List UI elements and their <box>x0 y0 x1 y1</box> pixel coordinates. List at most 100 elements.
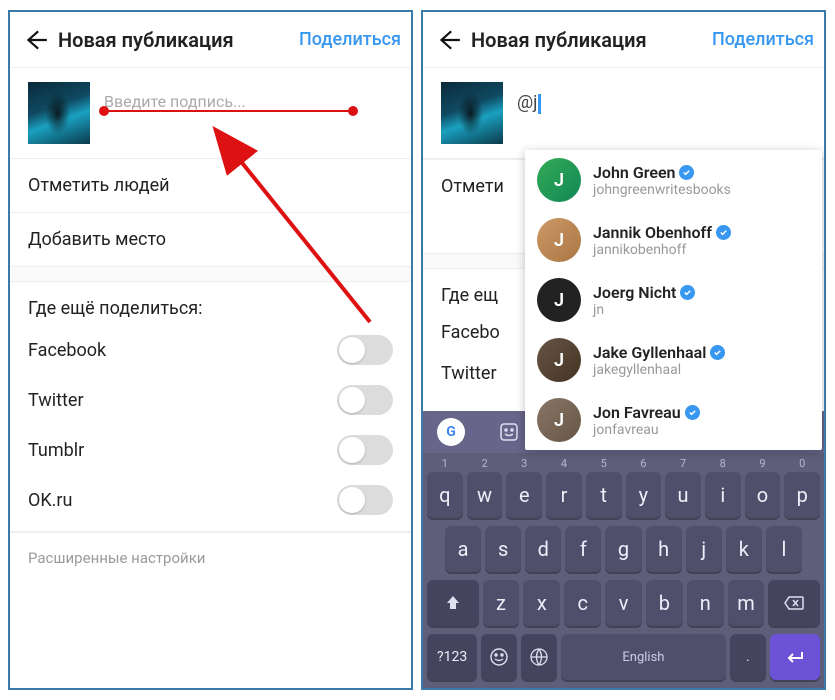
avatar: J <box>537 278 581 322</box>
keyboard: G GIF ⋯ 1234567890 q w e r t y u i o p a… <box>423 411 824 688</box>
key-enter[interactable] <box>770 634 820 680</box>
avatar: J <box>537 218 581 262</box>
key-f[interactable]: f <box>565 526 601 572</box>
avatar: J <box>537 338 581 382</box>
share-network-label: Facebook <box>28 340 106 361</box>
suggestion-handle: jn <box>593 302 810 318</box>
compose-area: @j <box>423 68 824 158</box>
also-share-header: Где ещё поделиться: <box>10 282 411 325</box>
suggestion-name: Joerg Nicht <box>593 283 676 302</box>
keyboard-number-hints: 1234567890 <box>423 453 824 470</box>
post-thumbnail[interactable] <box>28 82 90 144</box>
suggestion-handle: johngreenwritesbooks <box>593 182 810 198</box>
phone-left: Новая публикация Поделиться Введите подп… <box>8 10 413 690</box>
toggle-tumblr[interactable] <box>337 435 393 465</box>
key-space[interactable]: English <box>561 634 726 680</box>
key-l[interactable]: l <box>766 526 802 572</box>
share-network-label: Tumblr <box>28 440 84 461</box>
suggestion-name: Jannik Obenhoff <box>593 223 712 242</box>
key-c[interactable]: c <box>564 580 601 626</box>
advanced-settings-row[interactable]: Расширенные настройки <box>10 531 411 583</box>
toggle-twitter[interactable] <box>337 385 393 415</box>
share-button[interactable]: Поделиться <box>712 29 814 50</box>
share-okru-row: OK.ru <box>10 475 411 525</box>
key-x[interactable]: x <box>523 580 560 626</box>
key-t[interactable]: t <box>586 472 622 518</box>
caption-text: @j <box>517 92 537 113</box>
verified-icon <box>716 225 731 240</box>
key-v[interactable]: v <box>605 580 642 626</box>
add-location-row[interactable]: Добавить место <box>10 212 411 266</box>
key-r[interactable]: r <box>546 472 582 518</box>
key-symbols[interactable]: ?123 <box>427 634 477 680</box>
text-cursor <box>538 94 541 114</box>
key-emoji[interactable] <box>481 634 517 680</box>
tag-people-row[interactable]: Отметить людей <box>10 158 411 212</box>
toggle-okru[interactable] <box>337 485 393 515</box>
suggestion-name: Jake Gyllenhaal <box>593 343 706 362</box>
share-network-label: Facebo <box>441 322 500 343</box>
suggestion-handle: jannikobenhoff <box>593 242 810 258</box>
post-thumbnail[interactable] <box>441 82 503 144</box>
annotation-underline <box>104 110 353 112</box>
page-title: Новая публикация <box>58 28 299 52</box>
suggestion-handle: jonfavreau <box>593 422 810 438</box>
key-b[interactable]: b <box>646 580 683 626</box>
key-i[interactable]: i <box>705 472 741 518</box>
suggestion-item[interactable]: J Jake Gyllenhaal jakegyllenhaal <box>525 330 822 390</box>
key-m[interactable]: m <box>728 580 765 626</box>
key-d[interactable]: d <box>525 526 561 572</box>
caption-input[interactable]: @j <box>517 82 806 114</box>
key-k[interactable]: k <box>726 526 762 572</box>
share-twitter-row: Twitter <box>10 375 411 425</box>
key-u[interactable]: u <box>665 472 701 518</box>
keyboard-row-1: q w e r t y u i o p <box>423 470 824 524</box>
back-icon[interactable] <box>433 24 465 56</box>
caption-input[interactable]: Введите подпись... <box>104 82 393 111</box>
key-p[interactable]: p <box>784 472 820 518</box>
key-language[interactable] <box>521 634 557 680</box>
key-s[interactable]: s <box>485 526 521 572</box>
key-w[interactable]: w <box>467 472 503 518</box>
suggestion-item[interactable]: J Joerg Nicht jn <box>525 270 822 330</box>
suggestion-item[interactable]: J John Green johngreenwritesbooks <box>525 150 822 210</box>
key-j[interactable]: j <box>686 526 722 572</box>
verified-icon <box>685 405 700 420</box>
verified-icon <box>679 165 694 180</box>
share-network-label: Twitter <box>441 363 497 384</box>
share-button[interactable]: Поделиться <box>299 29 401 50</box>
topbar: Новая публикация Поделиться <box>10 12 411 68</box>
sticker-icon[interactable] <box>491 414 527 450</box>
key-q[interactable]: q <box>427 472 463 518</box>
key-backspace[interactable] <box>768 580 820 626</box>
compose-area: Введите подпись... <box>10 68 411 158</box>
share-tumblr-row: Tumblr <box>10 425 411 475</box>
key-z[interactable]: z <box>483 580 520 626</box>
back-icon[interactable] <box>20 24 52 56</box>
key-e[interactable]: e <box>506 472 542 518</box>
keyboard-row-bottom: ?123 English . <box>423 632 824 688</box>
key-h[interactable]: h <box>646 526 682 572</box>
key-shift[interactable] <box>427 580 479 626</box>
toggle-facebook[interactable] <box>337 335 393 365</box>
avatar: J <box>537 158 581 202</box>
suggestion-name: Jon Favreau <box>593 403 681 422</box>
share-network-label: OK.ru <box>28 490 72 511</box>
phone-right: Новая публикация Поделиться @j Отмети Гд… <box>421 10 826 690</box>
verified-icon <box>710 345 725 360</box>
key-g[interactable]: g <box>605 526 641 572</box>
key-a[interactable]: a <box>445 526 481 572</box>
key-n[interactable]: n <box>687 580 724 626</box>
key-period[interactable]: . <box>730 634 766 680</box>
google-icon[interactable]: G <box>433 414 469 450</box>
keyboard-row-2: a s d f g h j k l <box>423 524 824 578</box>
section-divider <box>10 266 411 282</box>
suggestion-item[interactable]: J Jannik Obenhoff jannikobenhoff <box>525 210 822 270</box>
key-o[interactable]: o <box>745 472 781 518</box>
suggestion-item[interactable]: J Jon Favreau jonfavreau <box>525 390 822 450</box>
page-title: Новая публикация <box>471 28 712 52</box>
key-y[interactable]: y <box>626 472 662 518</box>
suggestion-handle: jakegyllenhaal <box>593 362 810 378</box>
caption-placeholder: Введите подпись... <box>104 92 246 111</box>
mention-suggestions: J John Green johngreenwritesbooks J Jann… <box>525 150 822 450</box>
